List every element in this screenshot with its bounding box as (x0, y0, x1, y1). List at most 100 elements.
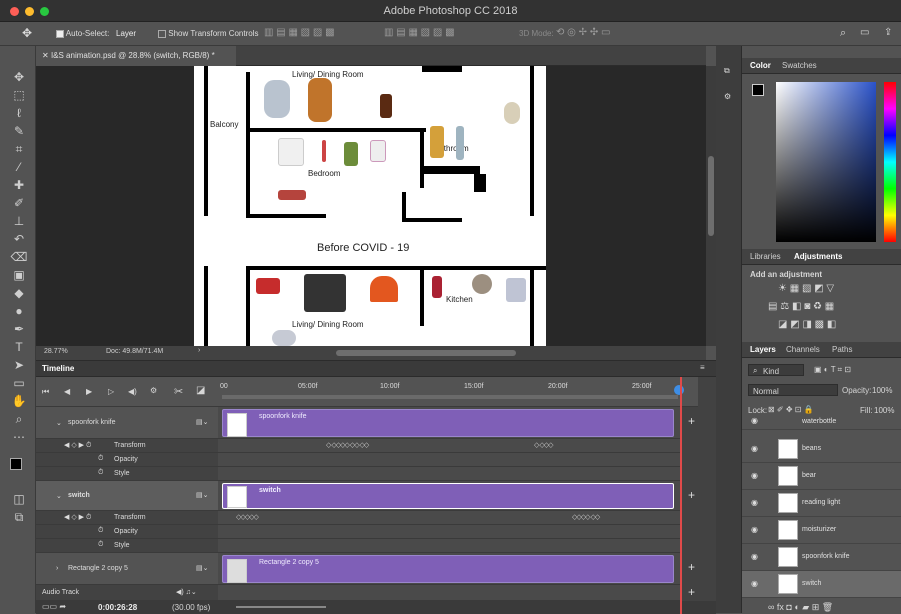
search-icon[interactable]: ⌕ (840, 27, 846, 40)
crop-tool-icon[interactable]: ⌗ (8, 140, 30, 158)
layer-row[interactable]: ◉ bear (742, 463, 901, 490)
bear-object[interactable] (272, 330, 296, 346)
canvas-vertical-scrollbar[interactable] (706, 66, 716, 346)
monkey-object[interactable] (308, 78, 332, 122)
gradient-tool-icon[interactable]: ▣ (8, 266, 30, 284)
eraser-tool-icon[interactable]: ⌫ (8, 248, 30, 266)
shape-tool-icon[interactable]: ▭ (8, 374, 30, 392)
play-icon[interactable]: ▶ (86, 387, 92, 396)
video-clip[interactable]: spoonfork knife (222, 409, 674, 437)
screen-mode-icon[interactable]: ⧉ (8, 508, 30, 526)
eye-icon[interactable]: ◉ (751, 552, 758, 561)
timeline-title[interactable]: Timeline (42, 364, 74, 373)
waterbottle-object[interactable] (456, 126, 464, 160)
canvas-horizontal-scrollbar[interactable] (336, 350, 516, 356)
keyframes[interactable]: ◇◇◇◇◇ (236, 513, 259, 521)
video-clip[interactable]: Rectangle 2 copy 5 (222, 555, 674, 583)
film-strip-icon[interactable]: ▤⌄ (196, 418, 208, 426)
settings-gear-icon[interactable]: ⚙ (150, 386, 157, 395)
plate-object[interactable] (472, 274, 492, 294)
eye-icon[interactable]: ◉ (751, 525, 758, 534)
box-object[interactable] (370, 140, 386, 162)
canvas-area[interactable]: Living/ Dining Room Balcony Bedroom Bath… (36, 66, 706, 346)
more-tools-icon[interactable]: ⋯ (8, 428, 30, 446)
audio-icon[interactable]: ◀) (128, 387, 137, 396)
keyframes[interactable]: ◇◇◇◇ ◇◇ (572, 513, 600, 521)
stamp-tool-icon[interactable]: ⊥ (8, 212, 30, 230)
hand-tool-icon[interactable]: ✋ (8, 392, 30, 410)
move-tool-icon[interactable]: ✥ (8, 68, 30, 86)
blur-tool-icon[interactable]: ◆ (8, 284, 30, 302)
add-media-button[interactable]: + (688, 488, 695, 502)
blend-mode-dropdown[interactable]: Normal (748, 384, 838, 396)
hat-object[interactable] (370, 276, 398, 302)
tab-adjustments[interactable]: Adjustments (794, 252, 842, 261)
zoom-slider[interactable] (236, 606, 326, 608)
switch-object[interactable] (256, 278, 280, 294)
eye-icon[interactable]: ◉ (751, 444, 758, 453)
align-icons[interactable]: ▥ ▤ ▦ ▧ ▨ ▩ (264, 27, 335, 38)
track-header[interactable]: ⌄ spoonfork knife ▤⌄ (36, 407, 218, 439)
lasso-tool-icon[interactable]: ℓ (8, 104, 30, 122)
eye-icon[interactable]: ◉ (751, 579, 758, 588)
tab-layers[interactable]: Layers (750, 345, 776, 354)
layer-filter-dropdown[interactable]: ⌕ Kind (748, 364, 804, 376)
hue-slider[interactable] (884, 82, 896, 242)
first-frame-icon[interactable]: ⏮ (42, 387, 49, 397)
type-tool-icon[interactable]: T (8, 338, 30, 356)
bear-object[interactable] (264, 80, 290, 118)
workspace-icon[interactable]: ▭ (860, 27, 869, 38)
previous-frame-icon[interactable]: ◀ (64, 387, 70, 396)
foreground-color-swatch[interactable] (10, 458, 22, 470)
status-menu-arrow-icon[interactable]: › (198, 347, 200, 354)
layer-row[interactable]: ◉ spoonfork knife (742, 544, 901, 571)
playhead-handle[interactable] (674, 385, 684, 395)
toy-object[interactable] (344, 142, 358, 166)
layer-actions-icons[interactable]: ∞ fx ◘ ◐ ▰ ⊞ 🗑 (768, 602, 833, 613)
auto-select-checkbox[interactable] (56, 29, 64, 38)
convert-frame-icon[interactable]: ▭▭ ➦ (42, 602, 66, 611)
work-area-bar[interactable] (222, 395, 678, 399)
timeline-ruler[interactable]: 00 05:00f 10:00f 15:00f 20:00f 25:00f (218, 377, 698, 407)
foreground-swatch[interactable] (752, 84, 764, 96)
healing-tool-icon[interactable]: ✚ (8, 176, 30, 194)
layer-row[interactable]: ◉ waterbottle (742, 414, 901, 430)
adjustment-icons-row-1[interactable]: ☀ ▦ ▧ ◩ ▽ (778, 283, 834, 294)
shirt-object[interactable] (278, 138, 304, 166)
layer-row-selected[interactable]: ◉ switch (742, 571, 901, 598)
show-transform-checkbox[interactable] (158, 29, 166, 38)
keyframes[interactable]: ◇ ◇◇◇ (534, 441, 554, 449)
audio-controls-icon[interactable]: ◀) ♫⌄ (176, 588, 197, 596)
expand-chevron-icon[interactable]: › (56, 565, 58, 572)
properties-icon[interactable]: ⚙ (724, 92, 731, 101)
add-audio-button[interactable]: + (688, 585, 695, 599)
bag-object[interactable] (504, 102, 520, 124)
moisturizer-object[interactable] (430, 126, 444, 158)
move-tool-icon[interactable]: ✥ (22, 26, 32, 40)
marquee-tool-icon[interactable]: ⬚ (8, 86, 30, 104)
zoom-level[interactable]: 28.77% (44, 348, 68, 355)
next-frame-icon[interactable]: ▷ (108, 387, 114, 396)
path-select-tool-icon[interactable]: ➤ (8, 356, 30, 374)
3d-mode-icons[interactable]: ⟲ ◎ ✢ ✣ ▭ (556, 27, 610, 38)
zoom-tool-icon[interactable]: ⌕ (8, 410, 30, 428)
keyframes[interactable]: ◇ ◇◇◇◇ ◇◇ ◇◇ (326, 441, 369, 449)
history-icon[interactable]: ⧉ (724, 66, 730, 76)
film-strip-icon[interactable]: ▤⌄ (196, 564, 208, 572)
quick-select-tool-icon[interactable]: ✎ (8, 122, 30, 140)
document-tab[interactable]: ✕ I&S animation.psd @ 28.8% (switch, RGB… (36, 46, 236, 66)
color-picker-field[interactable] (776, 82, 876, 242)
auto-select-dropdown[interactable]: Layer (116, 22, 136, 46)
panel-menu-icon[interactable]: ≡ (700, 363, 705, 372)
adjustment-icons-row-2[interactable]: ▤ ⚖ ◧ ◙ ♻ ▦ (768, 301, 834, 312)
pen-tool-icon[interactable]: ✒ (8, 320, 30, 338)
eye-icon[interactable]: ◉ (751, 471, 758, 480)
split-scissors-icon[interactable]: ✂ (174, 385, 183, 398)
cereal-object[interactable] (432, 276, 442, 298)
eye-icon[interactable]: ◉ (751, 498, 758, 507)
brush-tool-icon[interactable]: ✐ (8, 194, 30, 212)
layer-row[interactable]: ◉ moisturizer (742, 517, 901, 544)
tab-channels[interactable]: Channels (786, 345, 820, 354)
distribute-icons[interactable]: ▥ ▤ ▦ ▧ ▨ ▩ (384, 27, 455, 38)
track-header[interactable]: › Rectangle 2 copy 5 ▤⌄ (36, 553, 218, 585)
